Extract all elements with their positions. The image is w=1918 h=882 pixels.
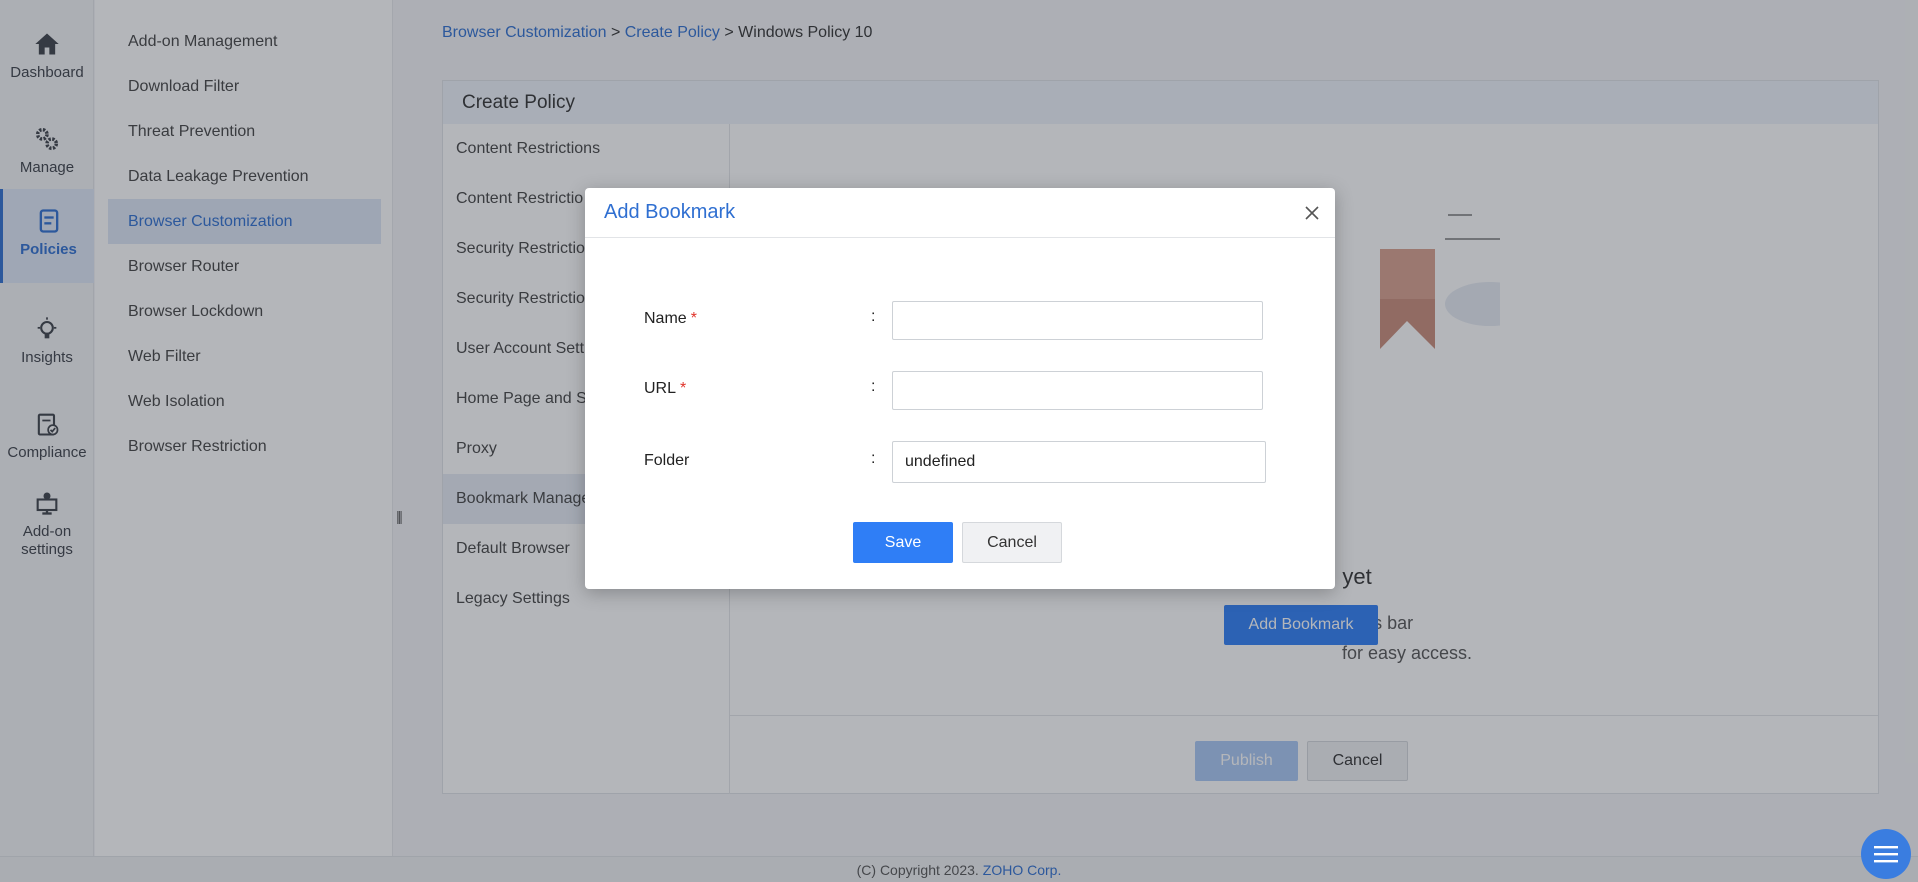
folder-label: Folder [644, 452, 690, 469]
folder-colon: : [871, 450, 876, 467]
dialog-title: Add Bookmark [585, 188, 1335, 238]
chat-menu-button[interactable] [1861, 829, 1911, 879]
required-marker: * [690, 310, 697, 327]
url-input[interactable] [892, 371, 1263, 410]
add-bookmark-dialog: Add Bookmark Name* : URL* : Folder : Sav… [585, 188, 1335, 589]
required-marker: * [680, 380, 687, 397]
name-input[interactable] [892, 301, 1263, 340]
cancel-button[interactable]: Cancel [962, 522, 1062, 563]
name-label: Name * [644, 310, 697, 327]
url-colon: : [871, 378, 876, 395]
name-colon: : [871, 308, 876, 325]
save-button[interactable]: Save [853, 522, 953, 563]
folder-select[interactable] [892, 441, 1266, 483]
url-label: URL * [644, 380, 687, 397]
close-icon[interactable] [1303, 204, 1321, 222]
hamburger-icon [1874, 846, 1898, 863]
